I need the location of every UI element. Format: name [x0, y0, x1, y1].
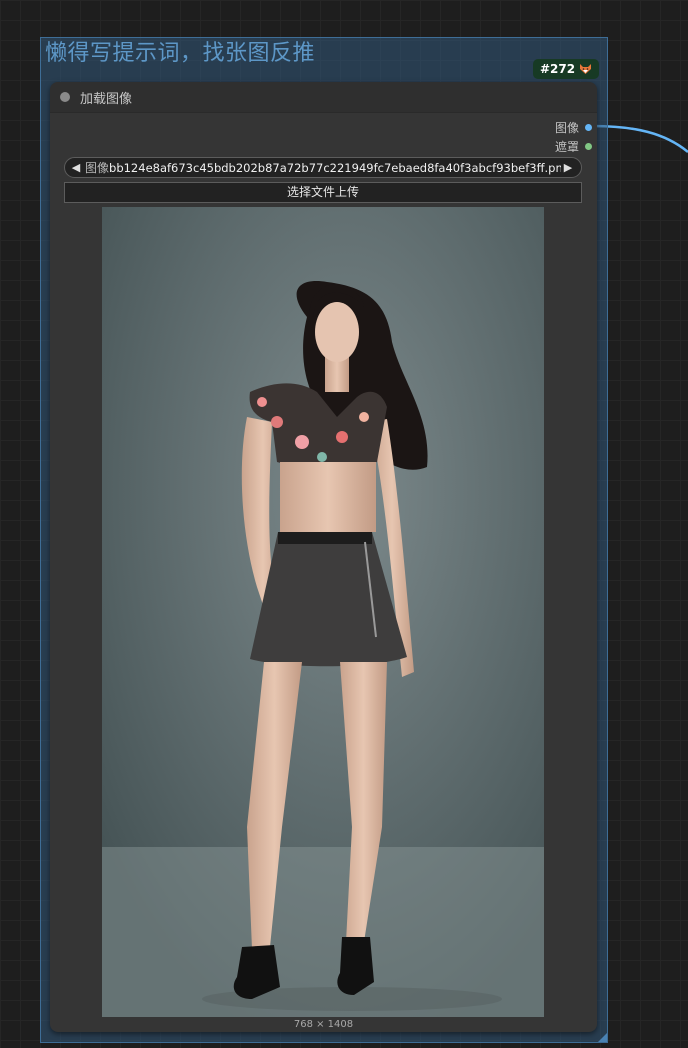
- upload-file-button[interactable]: 选择文件上传: [64, 182, 582, 203]
- node-header[interactable]: 加载图像: [50, 82, 597, 113]
- group-title[interactable]: 懒得写提示词，找张图反推: [45, 39, 315, 69]
- output-mask[interactable]: 遮罩: [555, 138, 592, 155]
- image-combo-value[interactable]: bb124e8af673c45bdb202b87a72b77c221949fc7…: [109, 161, 561, 175]
- collapse-dot-icon[interactable]: [60, 92, 70, 102]
- group-resize-handle[interactable]: [598, 1033, 607, 1042]
- load-image-node[interactable]: 加载图像 图像 遮罩 ◀ 图像 bb124e8af673c45bdb202b87…: [50, 82, 597, 1032]
- fox-icon: [580, 64, 592, 74]
- node-id-text: #272: [540, 62, 576, 76]
- output-image[interactable]: 图像: [555, 119, 592, 136]
- prev-arrow-icon[interactable]: ◀: [69, 161, 83, 174]
- image-preview[interactable]: [102, 207, 544, 1017]
- node-id-badge: #272: [533, 59, 600, 79]
- node-title: 加载图像: [80, 91, 133, 107]
- next-arrow-icon[interactable]: ▶: [561, 161, 575, 174]
- preview-figure: [102, 207, 544, 1017]
- output-image-slot-icon[interactable]: [585, 124, 592, 131]
- image-combo-label: 图像: [85, 161, 110, 175]
- output-image-label: 图像: [554, 121, 579, 135]
- image-combo-widget[interactable]: ◀ 图像 bb124e8af673c45bdb202b87a72b77c2219…: [64, 157, 582, 178]
- image-dimensions: 768 × 1408: [293, 1019, 354, 1030]
- output-mask-label: 遮罩: [554, 140, 579, 154]
- output-mask-slot-icon[interactable]: [585, 143, 592, 150]
